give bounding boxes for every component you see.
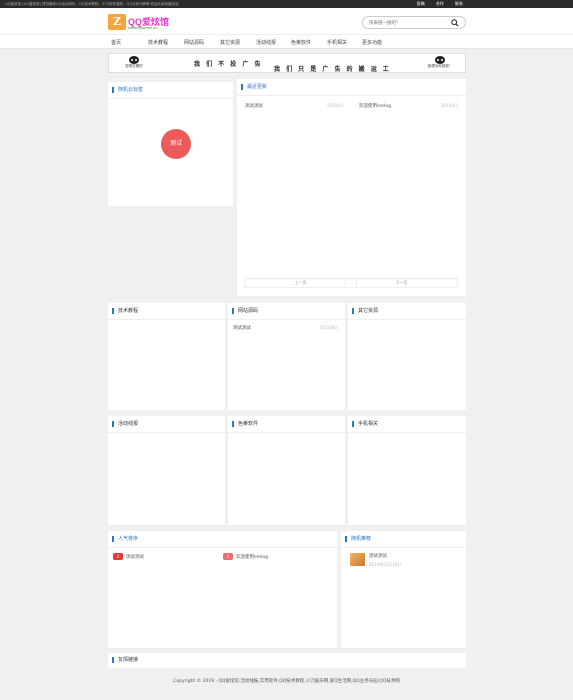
top-link-submit[interactable]: 投稿 <box>417 1 425 6</box>
divider <box>108 319 225 320</box>
top-link-cooperate[interactable]: 合作 <box>436 1 444 6</box>
nav-item-tutorials[interactable]: 技术教程 <box>148 39 168 46</box>
prev-page-button[interactable]: 上一页 <box>244 278 357 288</box>
latest-item-date: 2019/03 <box>327 103 344 108</box>
article-thumbnail[interactable] <box>350 553 365 566</box>
banner-line-1: 我 们 不 投 广 告 <box>194 61 263 68</box>
tag-item[interactable]: 测试 <box>161 129 191 159</box>
random-item-title[interactable]: 测试测试 <box>369 553 387 559</box>
rank-badge: 2 <box>223 553 233 560</box>
category-title: 活动线报 <box>112 421 138 427</box>
category-panel-source: 网站源码 测试测试 02月28日 <box>228 303 345 410</box>
latest-item-title[interactable]: 测试测试 <box>245 103 263 109</box>
nav-item-mobile[interactable]: 手机相关 <box>327 39 347 46</box>
category-title: 手机相关 <box>352 421 378 427</box>
divider <box>228 319 345 320</box>
divider <box>348 432 466 433</box>
latest-title: 最近更新 <box>241 84 267 90</box>
divider <box>108 547 337 548</box>
random-item-date: 2019年02月28日 <box>369 562 402 567</box>
popular-item-title[interactable]: 欢迎使用emlog <box>236 554 268 560</box>
friend-links-panel: 友情链接 <box>108 653 466 668</box>
banner-right-caption: 我想为你效劳！ <box>427 64 453 68</box>
next-page-button[interactable]: 下一页 <box>345 278 458 288</box>
site-logo-subtitle: www.aaiwmm.cn <box>128 26 158 30</box>
site-header <box>0 8 573 34</box>
category-panel-tutorials: 技术教程 <box>108 303 225 410</box>
banner-line-2: 我 们 只 是 广 告 的 搬 运 工 <box>274 66 391 73</box>
category-title: 技术教程 <box>112 308 138 314</box>
logo-mark[interactable]: Z <box>108 14 126 30</box>
rank-badge: 1 <box>113 553 123 560</box>
popular-title: 人气排序 <box>112 536 138 542</box>
category-item-title[interactable]: 测试测试 <box>233 325 251 331</box>
top-link-contact[interactable]: 联系 <box>455 1 463 6</box>
divider <box>237 95 466 96</box>
divider <box>341 547 466 548</box>
top-links: 投稿 合作 联系 <box>407 0 463 8</box>
random-panel: 随机推荐 测试测试 2019年02月28日 <box>341 531 466 648</box>
banner-ad[interactable]: 您现在看的 我 们 不 投 广 告 我 们 只 是 广 告 的 搬 运 工 我想… <box>108 53 466 73</box>
divider <box>348 319 466 320</box>
nav-item-resources[interactable]: 其它资源 <box>220 39 240 46</box>
banner-left-face: 您现在看的 <box>121 56 147 71</box>
top-bar: QQ爱炫馆 (QQ爱炫馆) 提供最新QQ活动资讯，QQ技术教程，小刀软件福利，Q… <box>0 0 573 8</box>
divider <box>108 98 233 99</box>
nav-item-more[interactable]: 更多功能 <box>362 39 382 46</box>
tag-cloud-title: 随机云标签 <box>112 87 143 93</box>
latest-panel: 最近更新 测试测试 2019/03 欢迎使用emlog 2019/03 <box>237 79 466 296</box>
category-item-date: 02月28日 <box>320 325 339 330</box>
category-panel-resources: 其它资源 <box>348 303 466 410</box>
top-notice: QQ爱炫馆 (QQ爱炫馆) 提供最新QQ活动资讯，QQ技术教程，小刀软件福利，Q… <box>5 2 179 6</box>
friend-links-title: 友情链接 <box>112 657 138 663</box>
nav-item-activities[interactable]: 活动线报 <box>256 39 276 46</box>
category-title: 色莱软件 <box>232 421 258 427</box>
category-panel-software: 色莱软件 <box>228 416 345 525</box>
category-title: 其它资源 <box>352 308 378 314</box>
banner-right-face: 我想为你效劳！ <box>427 56 453 71</box>
meme-face-icon <box>129 56 139 64</box>
category-panel-activities: 活动线报 <box>108 416 225 525</box>
banner-left-caption: 您现在看的 <box>125 64 143 68</box>
random-title: 随机推荐 <box>345 536 371 542</box>
search-icon[interactable] <box>451 19 459 27</box>
nav-item-source[interactable]: 网站源码 <box>184 39 204 46</box>
search-input[interactable] <box>369 18 449 28</box>
latest-item-date: 2019/03 <box>441 103 458 108</box>
divider <box>108 432 225 433</box>
nav-item-home[interactable]: 首页 <box>111 39 121 46</box>
main-nav: 首页 技术教程 网站源码 其它资源 活动线报 色莱软件 手机相关 更多功能 <box>0 34 573 49</box>
category-title: 网站源码 <box>232 308 258 314</box>
latest-item-title[interactable]: 欢迎使用emlog <box>359 103 391 109</box>
search-box <box>362 16 466 29</box>
popular-panel: 人气排序 1 测试测试 2 欢迎使用emlog <box>108 531 337 648</box>
footer-copyright: Copyright © 2019 · QQ爱炫馆·活动线报,实用软件,QQ技术教… <box>173 679 400 684</box>
nav-item-software[interactable]: 色莱软件 <box>291 39 311 46</box>
category-panel-mobile: 手机相关 <box>348 416 466 525</box>
divider <box>228 432 345 433</box>
popular-item-title[interactable]: 测试测试 <box>126 554 144 560</box>
meme-face-icon <box>435 56 445 64</box>
